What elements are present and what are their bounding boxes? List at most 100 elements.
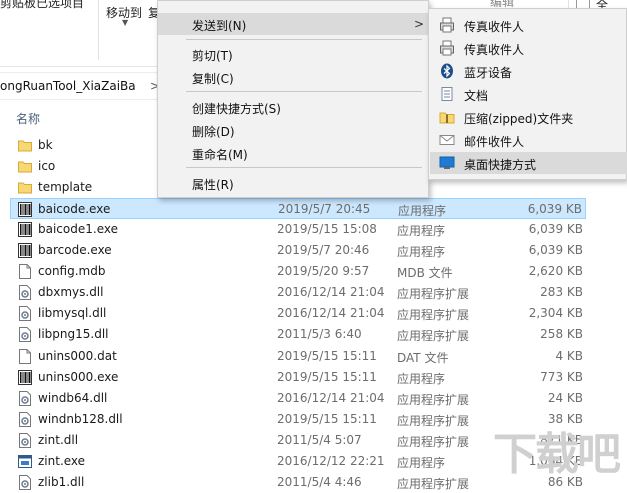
file-type: 应用程序 [397,371,446,386]
submenu-item-fax-recipient[interactable]: 传真收件人 [430,14,627,36]
chevron-right-icon: > [414,17,425,31]
file-name: unins000.exe [38,369,119,384]
file-size: 6,039 KB [527,202,582,217]
menu-divider [186,167,422,168]
address-path[interactable]: ongRuanTool_XiaZaiBa [0,79,136,93]
file-date-modified: 2016/12/12 22:21 [277,453,385,468]
file-date-modified: 2016/12/14 21:04 [277,390,385,405]
file-row[interactable]: baicode.exe 2019/5/7 20:45 应用程序 6,039 KB [10,198,586,220]
send-to-submenu: 传真收件人 传真收件人 蓝牙设备 文档 压缩(zipped)文件夹 邮件收件人 … [428,8,627,180]
file-name: template [38,180,93,195]
file-date-modified: 2019/5/20 9:57 [277,264,370,279]
submenu-item-zip-folder[interactable]: 压缩(zipped)文件夹 [430,106,627,128]
menu-item-send-to[interactable]: 发送到(N) > [158,13,428,35]
desktop-icon [439,156,455,169]
menu-item-cut[interactable]: 剪切(T) [158,43,428,65]
menu-item-properties[interactable]: 属性(R) [158,172,428,194]
menu-item-label: 重命名(M) [192,148,248,162]
file-size: 2,620 KB [528,264,583,279]
file-name: libpng15.dll [38,327,109,342]
file-name: bk [38,138,53,152]
submenu-item-bluetooth[interactable]: 蓝牙设备 [430,60,627,82]
file-size: 773 KB [540,369,583,384]
file-size: 283 KB [540,285,583,300]
bluetooth-icon [441,63,453,79]
file-row[interactable]: config.mdb 2019/5/20 9:57 MDB 文件 2,620 KB [0,261,627,282]
folder-icon [18,180,32,195]
watermark-logo: 下载吧 [493,429,621,480]
file-icon [18,264,32,280]
file-type: 应用程序 [398,204,447,219]
file-name: config.mdb [38,264,106,279]
file-size: 24 KB [547,390,583,405]
submenu-item-documents[interactable]: 文档 [430,83,627,105]
folder-icon [18,138,32,153]
fax-icon [440,40,454,56]
file-name: baicode.exe [38,202,111,217]
file-row[interactable]: unins000.dat 2019/5/15 15:11 DAT 文件 4 KB [0,346,627,367]
file-name: dbxmys.dll [38,285,104,300]
file-type: DAT 文件 [397,350,449,365]
menu-item-label: 复制(C) [192,72,234,86]
dll-file-icon [18,390,32,406]
file-date-modified: 2016/12/14 21:04 [277,285,385,300]
submenu-item-mail-recipient[interactable]: 邮件收件人 [430,129,627,151]
documents-icon [441,87,453,101]
move-to-button[interactable]: 移动到 ▼ [104,0,144,60]
file-size: 6,039 KB [528,243,583,258]
menu-item-copy[interactable]: 复制(C) [158,66,428,88]
file-size: 4 KB [555,348,583,363]
menu-item-create-shortcut[interactable]: 创建快捷方式(S) [158,96,428,118]
file-type: 应用程序扩展 [397,329,470,344]
file-date-modified: 2019/5/7 20:45 [278,202,371,217]
menu-item-label: 发送到(N) [192,19,247,33]
zip-folder-icon [439,112,455,124]
file-name: zlib1.dll [38,474,85,489]
file-name: zint.dll [38,432,79,447]
menu-item-rename[interactable]: 重命名(M) [158,142,428,164]
menu-item-label: 剪切(T) [192,49,233,63]
file-type: 应用程序 [397,224,446,239]
submenu-item-label: 桌面快捷方式 [464,158,537,172]
dll-file-icon [18,285,32,301]
barcode-icon [18,243,32,259]
file-type: 应用程序扩展 [397,392,470,407]
file-name: ico [38,159,56,174]
ribbon-clipboard-label: 剪贴板已选项目 [0,0,85,10]
file-icon [18,348,32,364]
submenu-item-desktop-shortcut[interactable]: 桌面快捷方式 [430,152,627,174]
barcode-icon [18,222,32,238]
fax-icon [440,17,454,33]
menu-item-delete[interactable]: 删除(D) [158,119,428,141]
menu-item-label: 创建快捷方式(S) [192,102,281,116]
barcode-icon [18,369,32,385]
file-type: 应用程序 [397,455,446,470]
submenu-item-fax-recipient[interactable]: 传真收件人 [430,37,627,59]
folder-icon [18,159,32,174]
file-row[interactable]: windb64.dll 2016/12/14 21:04 应用程序扩展 24 KB [0,388,627,409]
file-date-modified: 2011/5/4 5:07 [277,432,362,447]
file-date-modified: 2011/5/3 6:40 [277,327,362,342]
file-row[interactable]: dbxmys.dll 2016/12/14 21:04 应用程序扩展 283 KB [0,282,627,303]
dll-file-icon [18,306,32,322]
file-date-modified: 2019/5/15 15:11 [277,348,377,363]
chevron-down-icon: ▼ [122,18,129,27]
file-size: 2,304 KB [528,306,583,321]
submenu-item-label: 文档 [464,89,489,103]
file-date-modified: 2016/12/14 21:04 [277,306,385,321]
file-name: windb64.dll [38,390,108,405]
submenu-item-label: 压缩(zipped)文件夹 [464,112,574,126]
column-header-name[interactable]: 名称 [16,110,40,127]
file-date-modified: 2019/5/15 15:11 [277,369,377,384]
file-row[interactable]: libpng15.dll 2011/5/3 6:40 应用程序扩展 258 KB [0,324,627,345]
ribbon-divider [98,0,99,60]
file-row[interactable]: libmysql.dll 2016/12/14 21:04 应用程序扩展 2,304 … [0,303,627,324]
submenu-item-label: 蓝牙设备 [464,66,513,80]
menu-divider [186,91,422,92]
file-row[interactable]: barcode.exe 2019/5/7 20:46 应用程序 6,039 KB [0,240,627,261]
file-row[interactable]: baicode1.exe 2019/5/15 15:08 应用程序 6,039 KB [0,219,627,240]
file-date-modified: 2019/5/15 15:08 [277,222,377,237]
file-type: 应用程序扩展 [397,287,470,302]
file-row[interactable]: unins000.exe 2019/5/15 15:11 应用程序 773 KB [0,367,627,388]
dll-file-icon [18,327,32,343]
